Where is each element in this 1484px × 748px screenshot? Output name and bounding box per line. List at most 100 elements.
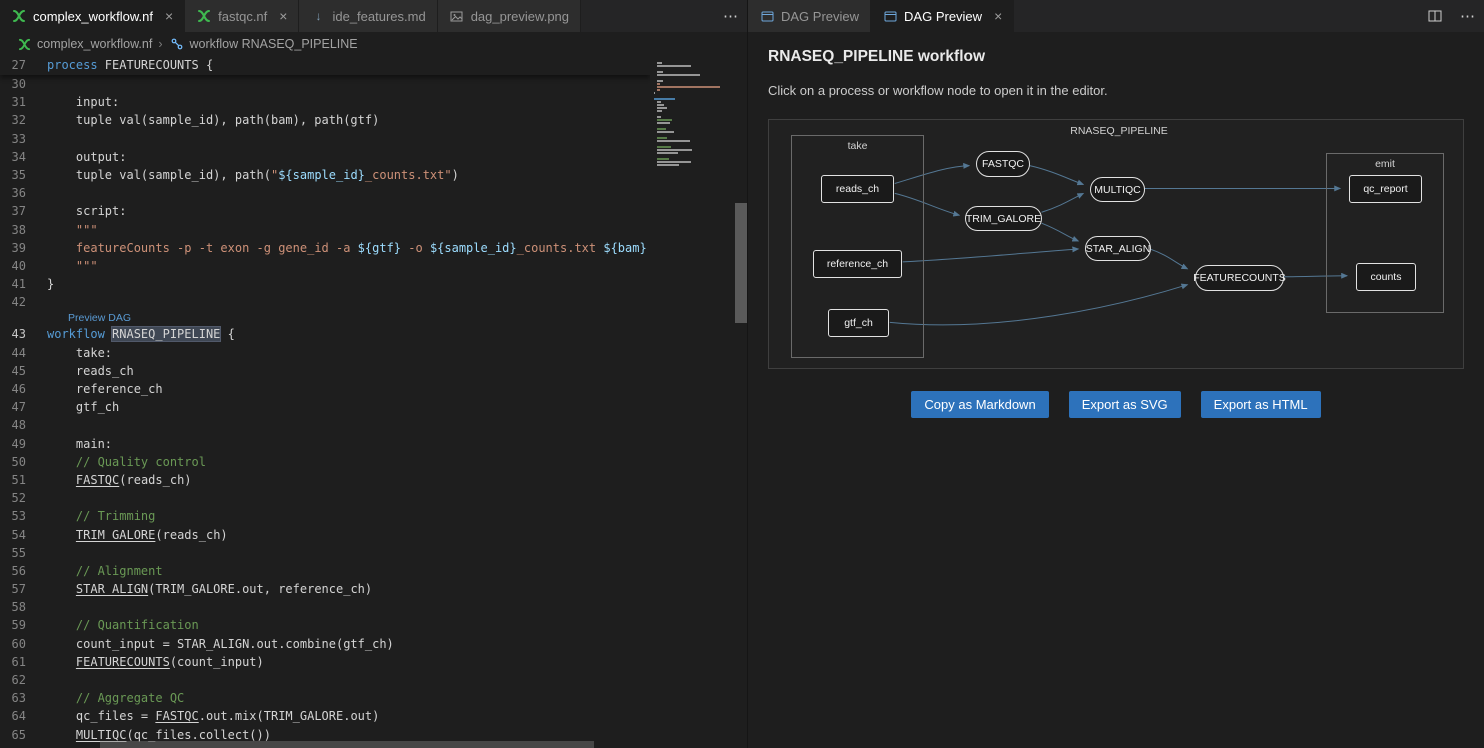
split-editor-icon[interactable] [1419,0,1451,32]
code-pane[interactable]: 27process FEATURECOUNTS { 3031 input:32 … [0,56,650,748]
close-icon[interactable]: × [165,9,173,23]
code-line[interactable]: 46 reference_ch [0,380,650,398]
code-line[interactable]: 44 take: [0,344,650,362]
line-number: 37 [0,202,47,220]
code-line[interactable]: 43workflow RNASEQ_PIPELINE { [0,325,650,343]
code-text: main: [47,435,650,453]
code-line[interactable]: 57 STAR_ALIGN(TRIM_GALORE.out, reference… [0,580,650,598]
tab-ide-features[interactable]: ↓ ide_features.md [299,0,437,32]
code-line[interactable]: 35 tuple val(sample_id), path("${sample_… [0,166,650,184]
tab-bar-spacer [1014,0,1419,32]
line-number: 30 [0,75,47,93]
line-number: 31 [0,93,47,111]
tab-dag-preview-1[interactable]: DAG Preview [748,0,871,32]
code-line[interactable]: 64 qc_files = FASTQC.out.mix(TRIM_GALORE… [0,707,650,725]
code-text: output: [47,148,650,166]
tab-dag-preview-2[interactable]: DAG Preview × [871,0,1014,32]
tab-fastqc[interactable]: fastqc.nf × [185,0,299,32]
tab-label: DAG Preview [904,9,982,24]
more-actions-icon[interactable]: ⋯ [1451,0,1484,32]
code-line[interactable]: 33 [0,130,650,148]
code-line[interactable]: 41} [0,275,650,293]
line-number: 65 [0,726,47,744]
code-line[interactable]: 47 gtf_ch [0,398,650,416]
tab-dag-preview-png[interactable]: dag_preview.png [438,0,581,32]
line-number: 45 [0,362,47,380]
line-number: 48 [0,416,47,434]
dag-node-reference-ch[interactable]: reference_ch [813,250,902,278]
code-line[interactable]: 36 [0,184,650,202]
dag-node-qc-report[interactable]: qc_report [1349,175,1422,203]
code-line[interactable]: 37 script: [0,202,650,220]
vertical-scrollbar-track[interactable] [734,56,747,748]
code-line[interactable]: 31 input: [0,93,650,111]
code-line[interactable]: 30 [0,75,650,93]
dag-node-gtf-ch[interactable]: gtf_ch [828,309,889,337]
code-line[interactable]: 32 tuple val(sample_id), path(bam), path… [0,111,650,129]
export-html-button[interactable]: Export as HTML [1201,391,1321,418]
code-line[interactable]: 38 """ [0,221,650,239]
breadcrumb-symbol[interactable]: workflow RNASEQ_PIPELINE [169,36,358,52]
sticky-scroll[interactable]: 27process FEATURECOUNTS { [0,56,650,75]
dag-node-multiqc[interactable]: MULTIQC [1090,177,1145,202]
code-line[interactable]: 63 // Aggregate QC [0,689,650,707]
code-text: FEATURECOUNTS(count_input) [47,653,650,671]
minimap-line [657,119,671,121]
dag-node-trim-galore[interactable]: TRIM_GALORE [965,206,1042,231]
dag-node-counts[interactable]: counts [1356,263,1416,291]
minimap[interactable] [650,56,734,748]
code-text: """ [47,257,650,275]
tab-label: complex_workflow.nf [33,9,153,24]
line-number: 58 [0,598,47,616]
dag-node-featurecounts[interactable]: FEATURECOUNTS [1195,265,1284,291]
code-line[interactable]: 53 // Trimming [0,507,650,525]
line-number: 50 [0,453,47,471]
export-svg-button[interactable]: Export as SVG [1069,391,1181,418]
breadcrumb-file[interactable]: complex_workflow.nf [16,36,152,52]
code-line[interactable]: 59 // Quantification [0,616,650,634]
code-text: tuple val(sample_id), path("${sample_id}… [47,166,650,184]
code-text: STAR_ALIGN(TRIM_GALORE.out, reference_ch… [47,580,650,598]
code-line[interactable]: 54 TRIM_GALORE(reads_ch) [0,526,650,544]
code-text: } [47,275,650,293]
code-line[interactable]: 48 [0,416,650,434]
codelens-preview-dag[interactable]: Preview DAG [0,311,650,325]
code-line[interactable]: 62 [0,671,650,689]
close-icon[interactable]: × [279,9,287,23]
code-line[interactable]: 51 FASTQC(reads_ch) [0,471,650,489]
code-text [47,671,650,689]
code-line[interactable]: 61 FEATURECOUNTS(count_input) [0,653,650,671]
code-text [47,416,650,434]
close-icon[interactable]: × [994,9,1002,23]
code-line[interactable]: 52 [0,489,650,507]
tab-label: DAG Preview [781,9,859,24]
more-actions-icon[interactable]: ⋯ [714,0,747,32]
tab-complex-workflow[interactable]: complex_workflow.nf × [0,0,185,32]
minimap-line [657,122,670,124]
code-line[interactable]: 55 [0,544,650,562]
code-line[interactable]: 49 main: [0,435,650,453]
code-text: featureCounts -p -t exon -g gene_id -a $… [47,239,650,257]
code-line[interactable]: 40 """ [0,257,650,275]
code-line[interactable]: 60 count_input = STAR_ALIGN.out.combine(… [0,635,650,653]
code-text: input: [47,93,650,111]
code-line[interactable]: 34 output: [0,148,650,166]
code-line[interactable]: 56 // Alignment [0,562,650,580]
dag-node-star-align[interactable]: STAR_ALIGN [1085,236,1151,261]
nextflow-icon [196,8,212,24]
copy-markdown-button[interactable]: Copy as Markdown [911,391,1048,418]
horizontal-scrollbar[interactable] [100,741,594,748]
code-line[interactable]: 39 featureCounts -p -t exon -g gene_id -… [0,239,650,257]
vertical-scrollbar-thumb[interactable] [735,203,747,323]
code-line[interactable]: 50 // Quality control [0,453,650,471]
code-line[interactable]: 58 [0,598,650,616]
line-number: 57 [0,580,47,598]
dag-node-reads-ch[interactable]: reads_ch [821,175,894,203]
dag-node-fastqc[interactable]: FASTQC [976,151,1030,177]
code-line[interactable]: 42 [0,293,650,311]
code-line[interactable]: 27process FEATURECOUNTS { [0,56,650,74]
minimap-line [657,89,659,91]
code-lines[interactable]: 3031 input:32 tuple val(sample_id), path… [0,75,650,748]
code-line[interactable]: 45 reads_ch [0,362,650,380]
line-number: 55 [0,544,47,562]
